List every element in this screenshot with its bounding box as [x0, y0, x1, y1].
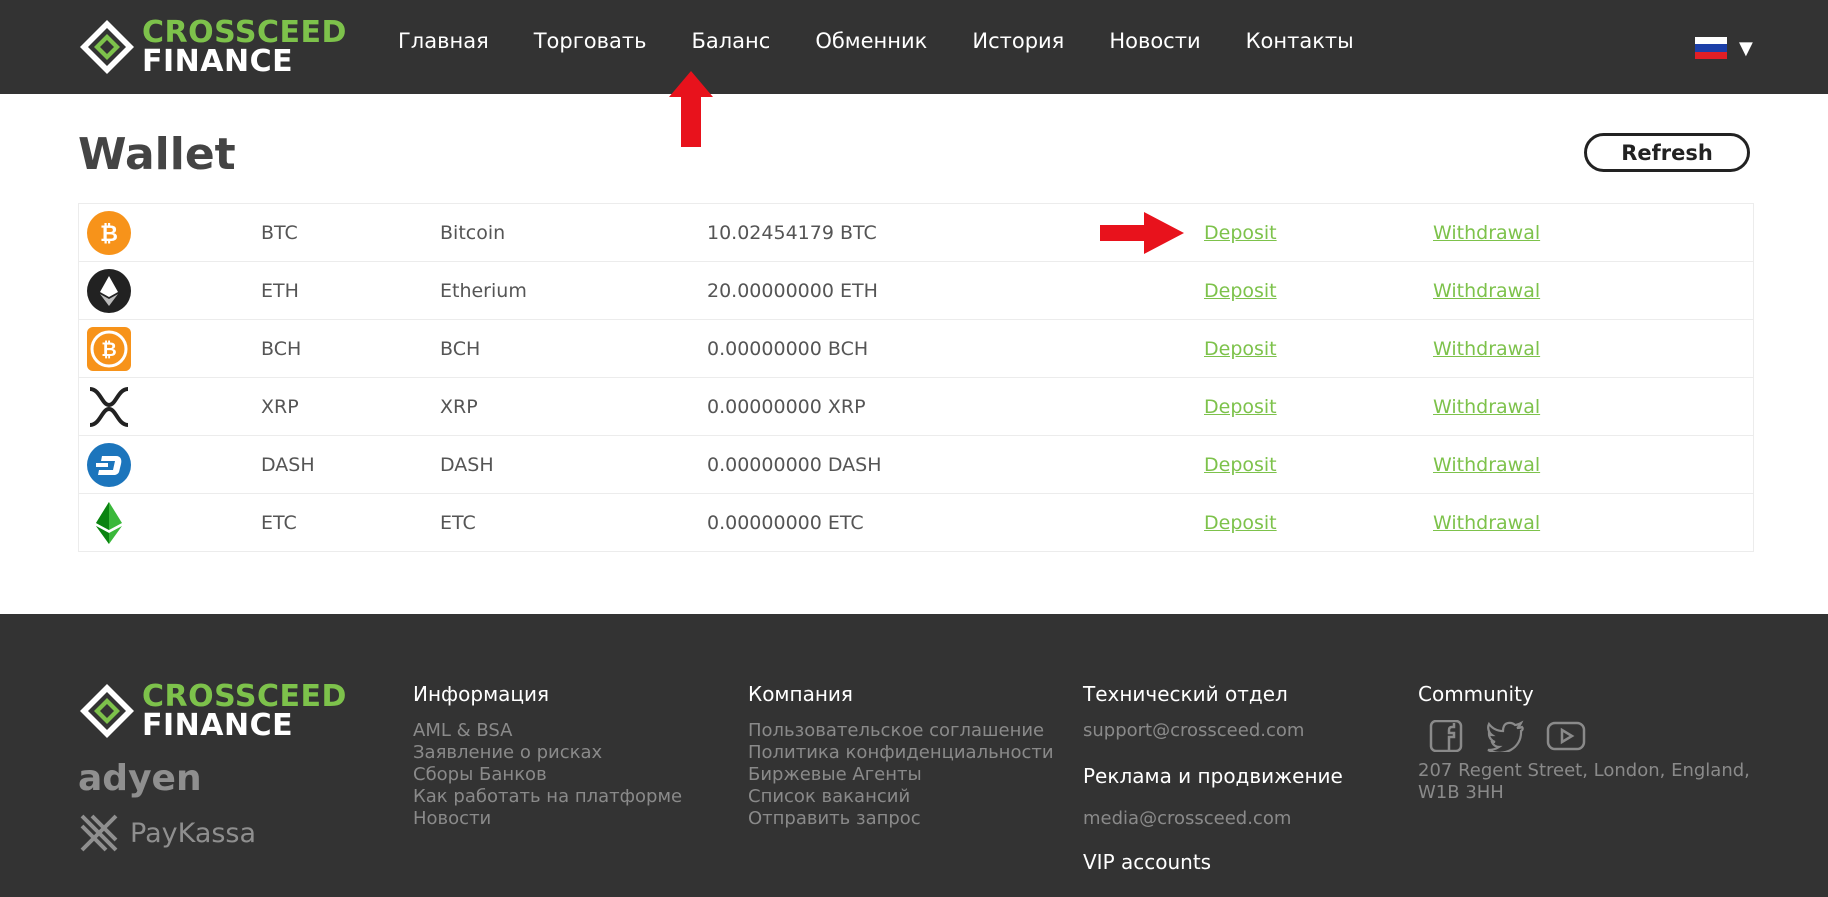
- footer-link-send-request[interactable]: Отправить запрос: [748, 808, 1054, 830]
- site-logo[interactable]: CROSSCEED FINANCE: [78, 15, 347, 79]
- footer-link-aml[interactable]: AML & BSA: [413, 720, 682, 742]
- withdrawal-link[interactable]: Withdrawal: [1433, 396, 1540, 418]
- address-line-1: 207 Regent Street, London, England,: [1418, 760, 1750, 781]
- withdrawal-link[interactable]: Withdrawal: [1433, 280, 1540, 302]
- footer-link-bank-fees[interactable]: Сборы Банков: [413, 764, 682, 786]
- footer-community-column: Community 207 Regent Street, London, Eng…: [1418, 682, 1750, 804]
- russian-flag-icon: [1695, 37, 1727, 59]
- logo-text-crossceed: CROSSCEED: [142, 15, 347, 50]
- paykassa-logo: PayKassa: [78, 812, 256, 854]
- coin-balance: 0.00000000 ETC: [707, 511, 864, 534]
- nav-contacts[interactable]: Контакты: [1246, 29, 1354, 53]
- footer-link-vacancies[interactable]: Список вакансий: [748, 786, 1054, 808]
- svg-text:₿: ₿: [101, 339, 116, 361]
- footer-link-risks[interactable]: Заявление о рисках: [413, 742, 682, 764]
- annotation-arrow-up: [669, 71, 713, 147]
- footer-link-agents[interactable]: Биржевые Агенты: [748, 764, 1054, 786]
- xrp-icon: [89, 386, 129, 427]
- footer-logo[interactable]: CROSSCEED FINANCE: [78, 679, 347, 743]
- table-row: DASH DASH 0.00000000 DASH Deposit Withdr…: [79, 436, 1753, 494]
- page-title: Wallet: [78, 129, 236, 180]
- youtube-icon[interactable]: [1546, 720, 1586, 752]
- coin-name: Etherium: [440, 279, 527, 302]
- deposit-link[interactable]: Deposit: [1204, 222, 1277, 244]
- footer-tech-title: Технический отдел: [1083, 682, 1288, 706]
- ethereum-icon: [87, 268, 131, 313]
- support-email-link[interactable]: support@crossceed.com: [1083, 720, 1343, 742]
- footer-tech-column: Технический отдел support@crossceed.com …: [1083, 682, 1343, 888]
- nav-history[interactable]: История: [972, 29, 1064, 53]
- wallet-table: ₿ BTC Bitcoin 10.02454179 BTC Deposit Wi…: [78, 203, 1754, 552]
- footer-info-title: Информация: [413, 682, 550, 706]
- coin-balance: 0.00000000 XRP: [707, 395, 866, 418]
- footer-info-column: Информация AML & BSA Заявление о рисках …: [413, 682, 682, 830]
- coin-code: ETC: [261, 511, 297, 534]
- coin-code: BTC: [261, 221, 298, 244]
- top-navbar: CROSSCEED FINANCE Главная Торговать Бала…: [0, 0, 1828, 94]
- coin-balance: 20.00000000 ETH: [707, 279, 878, 302]
- table-row: ETH Etherium 20.00000000 ETH Deposit Wit…: [79, 262, 1753, 320]
- facebook-icon[interactable]: [1426, 720, 1466, 752]
- coin-code: XRP: [261, 395, 299, 418]
- table-row: ETC ETC 0.00000000 ETC Deposit Withdrawa…: [79, 494, 1753, 551]
- svg-text:₿: ₿: [100, 222, 118, 247]
- ethereum-classic-icon: [96, 501, 122, 544]
- coin-name: XRP: [440, 395, 478, 418]
- dash-icon: [87, 442, 131, 487]
- footer-community-title: Community: [1418, 682, 1534, 706]
- coin-code: BCH: [261, 337, 302, 360]
- withdrawal-link[interactable]: Withdrawal: [1433, 222, 1540, 244]
- withdrawal-link[interactable]: Withdrawal: [1433, 512, 1540, 534]
- footer-link-news[interactable]: Новости: [413, 808, 682, 830]
- footer-company-column: Компания Пользовательское соглашение Пол…: [748, 682, 1054, 830]
- coin-balance: 0.00000000 DASH: [707, 453, 882, 476]
- footer-link-privacy[interactable]: Политика конфиденциальности: [748, 742, 1054, 764]
- coin-name: Bitcoin: [440, 221, 506, 244]
- table-row: ₿ BTC Bitcoin 10.02454179 BTC Deposit Wi…: [79, 204, 1753, 262]
- nav-news[interactable]: Новости: [1109, 29, 1200, 53]
- logo-mark-icon: [80, 20, 134, 74]
- coin-balance: 10.02454179 BTC: [707, 221, 877, 244]
- logo-text-crossceed: CROSSCEED: [142, 679, 347, 714]
- withdrawal-link[interactable]: Withdrawal: [1433, 338, 1540, 360]
- main-nav: Главная Торговать Баланс Обменник Истори…: [398, 29, 1399, 53]
- language-selector[interactable]: ▼: [1695, 37, 1753, 59]
- table-row: XRP XRP 0.00000000 XRP Deposit Withdrawa…: [79, 378, 1753, 436]
- refresh-button[interactable]: Refresh: [1584, 133, 1750, 172]
- table-row: ₿ BCH BCH 0.00000000 BCH Deposit Withdra…: [79, 320, 1753, 378]
- withdrawal-link[interactable]: Withdrawal: [1433, 454, 1540, 476]
- coin-name: BCH: [440, 337, 481, 360]
- deposit-link[interactable]: Deposit: [1204, 454, 1277, 476]
- coin-code: ETH: [261, 279, 299, 302]
- footer-link-user-agreement[interactable]: Пользовательское соглашение: [748, 720, 1054, 742]
- deposit-link[interactable]: Deposit: [1204, 338, 1277, 360]
- bitcoin-icon: ₿: [87, 210, 131, 255]
- twitter-icon[interactable]: [1486, 720, 1526, 752]
- footer-ads-title: Реклама и продвижение: [1083, 764, 1343, 788]
- paykassa-text: PayKassa: [130, 817, 257, 849]
- deposit-link[interactable]: Deposit: [1204, 396, 1277, 418]
- bitcoin-cash-icon: ₿: [87, 326, 131, 371]
- address-line-2: W1B 3HH: [1418, 782, 1504, 803]
- nav-balance[interactable]: Баланс: [691, 29, 770, 53]
- coin-balance: 0.00000000 BCH: [707, 337, 869, 360]
- coin-name: DASH: [440, 453, 494, 476]
- logo-text-finance: FINANCE: [142, 708, 294, 743]
- paykassa-mark-icon: [80, 814, 118, 852]
- coin-code: DASH: [261, 453, 315, 476]
- media-email-link[interactable]: media@crossceed.com: [1083, 808, 1343, 830]
- coin-name: ETC: [440, 511, 476, 534]
- nav-trade[interactable]: Торговать: [534, 29, 647, 53]
- deposit-link[interactable]: Deposit: [1204, 512, 1277, 534]
- footer-company-title: Компания: [748, 682, 853, 706]
- footer-link-how-to[interactable]: Как работать на платформе: [413, 786, 682, 808]
- deposit-link[interactable]: Deposit: [1204, 280, 1277, 302]
- chevron-down-icon: ▼: [1739, 37, 1753, 59]
- footer-vip-title: VIP accounts: [1083, 850, 1212, 874]
- adyen-logo: adyen: [78, 758, 202, 799]
- logo-mark-icon: [80, 684, 134, 738]
- logo-text-finance: FINANCE: [142, 44, 294, 79]
- nav-home[interactable]: Главная: [398, 29, 489, 53]
- nav-exchanger[interactable]: Обменник: [815, 29, 927, 53]
